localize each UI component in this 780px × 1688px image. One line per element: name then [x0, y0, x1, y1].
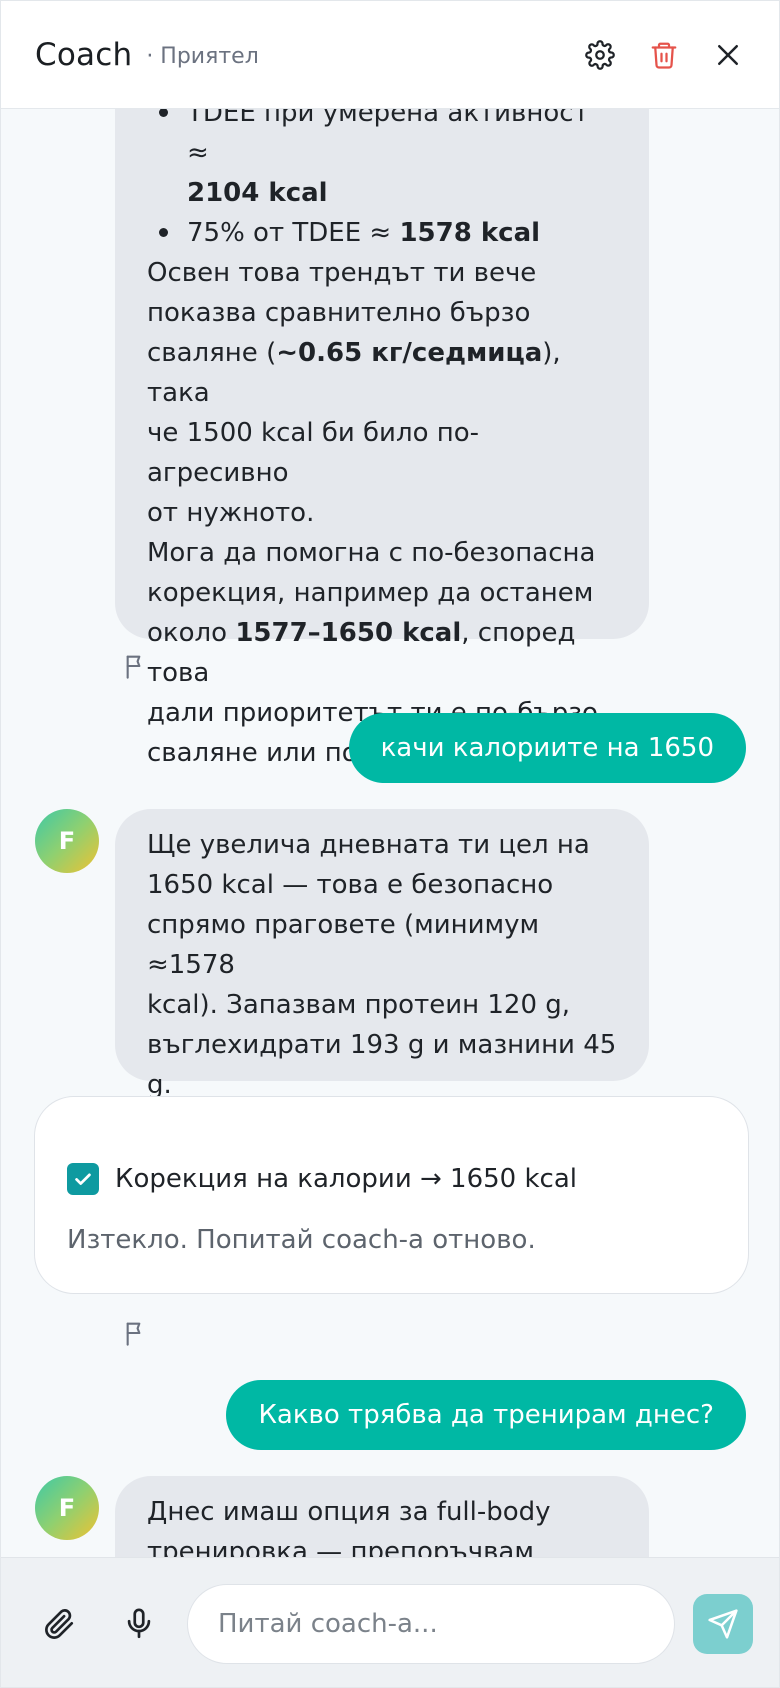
bullet-value: 1578 kcal: [399, 218, 541, 248]
send-icon: [708, 1609, 738, 1639]
send-button[interactable]: [693, 1594, 753, 1654]
bullet-text: TDEE при умерена активност ≈: [187, 109, 589, 168]
flag-icon: [126, 655, 141, 679]
checkmark-icon: [75, 1173, 91, 1185]
text-line: че 1500 kcal би било по-агресивно: [147, 418, 480, 488]
correction-label: Корекция на калории → 1650 kcal: [115, 1164, 577, 1194]
text-bold: ~0.65 кг/седмица: [276, 338, 543, 368]
close-icon: [718, 44, 738, 65]
chat-subtitle: · Приятел: [146, 44, 259, 69]
text-line: Мога да помогна с по-безопасна: [147, 538, 596, 568]
report-message-button[interactable]: [123, 1319, 151, 1347]
text-line: Освен това трендът ти вече: [147, 258, 537, 288]
user-message: Какво трябва да тренирам днес?: [226, 1380, 746, 1450]
bullet-text: 75% от TDEE ≈: [187, 218, 400, 248]
user-message-text: Какво трябва да тренирам днес?: [258, 1400, 714, 1430]
voice-input-button[interactable]: [119, 1604, 159, 1644]
bullet-item: TDEE при умерена активност ≈ 2104 kcal: [147, 109, 617, 213]
paperclip-icon: [45, 1609, 74, 1639]
coach-avatar: F: [35, 809, 99, 873]
text-line: тренировка — препоръчвам: [147, 1537, 534, 1557]
message-list[interactable]: TDEE при умерена активност ≈ 2104 kcal 7…: [1, 109, 779, 1557]
report-message-button[interactable]: [123, 652, 151, 680]
coach-avatar: F: [35, 1476, 99, 1540]
message-input[interactable]: [187, 1584, 675, 1664]
close-button[interactable]: [711, 38, 745, 72]
attach-button[interactable]: [39, 1604, 79, 1644]
correction-expired-note: Изтекло. Попитай coach-а отново.: [67, 1225, 536, 1255]
microphone-icon: [127, 1608, 151, 1639]
settings-button[interactable]: [583, 38, 617, 72]
coach-message: Днес имаш опция за full-body тренировка …: [115, 1476, 649, 1557]
text-line: kcal). Запазвам протеин 120 g,: [147, 990, 571, 1020]
flag-icon: [126, 1322, 141, 1346]
correction-checkbox[interactable]: [67, 1163, 99, 1195]
message-bullets: TDEE при умерена активност ≈ 2104 kcal 7…: [147, 109, 617, 253]
text-line: корекция, например да останем: [147, 578, 594, 608]
avatar-letter: F: [58, 1494, 76, 1522]
calorie-correction-card: Корекция на калории → 1650 kcal Изтекло.…: [34, 1096, 749, 1294]
text-line: въглехидрати 193 g и мазнини 45: [147, 1030, 617, 1060]
gear-icon: [585, 39, 615, 70]
delete-chat-button[interactable]: [647, 38, 681, 72]
text-line: спрямо праговете (минимум ≈1578: [147, 910, 540, 980]
coach-message: TDEE при умерена активност ≈ 2104 kcal 7…: [115, 109, 649, 768]
user-message: качи калориите на 1650: [348, 713, 746, 783]
message-paragraph: Освен това трендът ти вече показва сравн…: [147, 253, 617, 533]
message-composer: [1, 1557, 779, 1687]
avatar-letter: F: [58, 827, 76, 855]
coach-message: Ще увелича дневната ти цел на 1650 kcal …: [115, 809, 649, 1100]
user-message-text: качи калориите на 1650: [380, 733, 714, 763]
text-line: сваляне (: [147, 338, 277, 368]
chat-title: Coach: [35, 36, 133, 73]
text-line: Днес имаш опция за full-body: [147, 1497, 551, 1527]
card-row: Корекция на калории → 1650 kcal: [67, 1163, 577, 1195]
text-line: от нужното.: [147, 498, 315, 528]
text-line: показва сравнително бързо: [147, 298, 531, 328]
trash-icon: [651, 42, 677, 69]
chat-header: Coach · Приятел: [1, 1, 779, 109]
text-line: 1650 kcal — това е безопасно: [147, 870, 554, 900]
bullet-value: 2104 kcal: [187, 178, 328, 208]
bullet-item: 75% от TDEE ≈ 1578 kcal: [147, 213, 617, 253]
header-actions: [583, 38, 745, 72]
text-bold: 1577–1650 kcal: [235, 618, 462, 648]
coach-chat-window: Coach · Приятел TDEE при умерена активно…: [0, 0, 780, 1688]
text-line: Ще увелича дневната ти цел на: [147, 830, 590, 860]
text-line: около: [147, 618, 236, 648]
